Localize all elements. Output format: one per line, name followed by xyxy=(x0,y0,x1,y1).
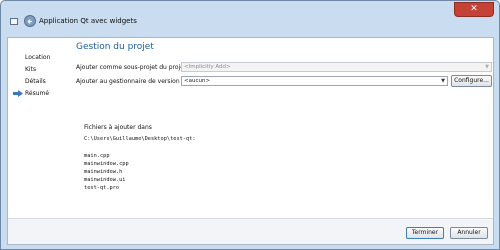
file-item: mainwindow.h xyxy=(84,169,123,175)
chevron-down-icon: ▼ xyxy=(441,78,445,84)
finish-button[interactable]: Terminer xyxy=(406,227,444,239)
subproject-label: Ajouter comme sous-projet du projet : xyxy=(76,64,191,71)
configure-button[interactable]: Configure... xyxy=(451,75,492,87)
chevron-down-icon: ▼ xyxy=(485,64,489,70)
back-arrow-icon[interactable] xyxy=(24,15,36,27)
button-bar: Terminer Annuler xyxy=(8,218,493,244)
nav-item-location: Location xyxy=(25,54,51,61)
nav-item-kits: Kits xyxy=(25,66,37,73)
files-heading: Fichiers à ajouter dans xyxy=(84,124,152,131)
subproject-select-value: <Implicitly Add> xyxy=(184,64,231,70)
title-bar[interactable]: Application Qt avec widgets ✕ xyxy=(1,1,499,37)
window-title: Application Qt avec widgets xyxy=(39,17,137,25)
file-item: mainwindow.ui xyxy=(84,177,126,183)
subproject-select: <Implicitly Add> ▼ xyxy=(181,62,492,72)
app-window-icon xyxy=(10,18,18,25)
page-title: Gestion du projet xyxy=(76,42,154,52)
wizard-steps-nav: Location Kits Détails Résumé xyxy=(8,38,68,218)
wizard-client-area: Location Kits Détails Résumé Gestion du … xyxy=(7,37,494,245)
nav-item-resume: Résumé xyxy=(25,90,50,97)
file-item: main.cpp xyxy=(84,153,110,159)
close-button[interactable]: ✕ xyxy=(454,2,494,17)
wizard-window: Application Qt avec widgets ✕ Location K… xyxy=(0,0,500,250)
file-item: mainwindow.cpp xyxy=(84,161,129,167)
current-step-arrow-icon xyxy=(13,90,23,97)
vcs-select[interactable]: <aucun> ▼ xyxy=(181,76,448,86)
cancel-button[interactable]: Annuler xyxy=(450,227,488,239)
vcs-label: Ajouter au gestionnaire de version : xyxy=(76,78,184,85)
vcs-select-value: <aucun> xyxy=(184,78,211,84)
file-item: test-qt.pro xyxy=(84,185,120,191)
files-path: C:\Users\Guillaume\Desktop\test-qt: xyxy=(84,136,196,142)
nav-item-details: Détails xyxy=(25,78,46,85)
